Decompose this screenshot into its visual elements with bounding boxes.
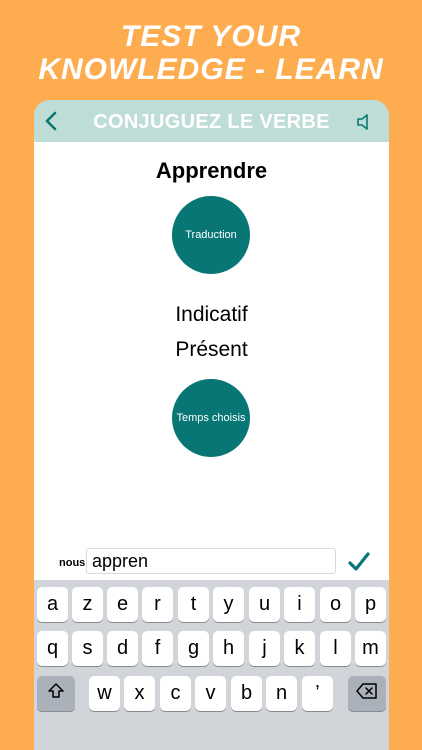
key[interactable]: w [89, 676, 120, 711]
navbar: CONJUGUEZ LE VERBE [34, 100, 389, 142]
key[interactable]: r [142, 587, 173, 622]
key[interactable]: d [107, 631, 138, 666]
key[interactable]: g [178, 631, 209, 666]
promo-line-1: TEST YOUR [120, 20, 302, 53]
pronoun-label: nous [59, 557, 86, 569]
tense-select-label: Temps choisis [176, 412, 246, 424]
chevron-left-icon[interactable] [40, 109, 64, 133]
key[interactable]: b [231, 676, 262, 711]
page-title: CONJUGUEZ LE VERBE [93, 111, 330, 133]
shift-key[interactable] [37, 676, 75, 711]
answer-row: nous [34, 548, 389, 578]
key[interactable]: x [124, 676, 155, 711]
key[interactable]: n [266, 676, 297, 711]
key[interactable]: c [160, 676, 191, 711]
key[interactable]: l [320, 631, 351, 666]
key[interactable]: a [37, 587, 68, 622]
key[interactable]: k [284, 631, 315, 666]
answer-input[interactable] [86, 548, 336, 574]
key[interactable]: q [37, 631, 68, 666]
app-screen: CONJUGUEZ LE VERBE Apprendre Traduction … [34, 100, 389, 750]
mood-label: Indicatif [175, 303, 248, 326]
key[interactable]: y [213, 587, 244, 622]
key[interactable]: j [249, 631, 280, 666]
key[interactable]: e [107, 587, 138, 622]
translation-button[interactable]: Traduction [172, 196, 250, 274]
promo-banner: TEST YOUR KNOWLEDGE - LEARN [0, 20, 422, 86]
promo-line-2: KNOWLEDGE - LEARN [38, 53, 384, 86]
key[interactable]: v [195, 676, 226, 711]
backspace-icon [355, 681, 379, 707]
key[interactable]: u [249, 587, 280, 622]
backspace-key[interactable] [348, 676, 386, 711]
speaker-icon[interactable] [353, 110, 377, 134]
keyboard: a z e r t y u i o p q s d f g h j k l m … [34, 580, 389, 750]
key[interactable]: m [355, 631, 386, 666]
key[interactable]: f [142, 631, 173, 666]
tense-label: Présent [175, 338, 248, 361]
shift-icon [46, 681, 66, 707]
verb-title: Apprendre [155, 158, 268, 183]
key[interactable]: i [284, 587, 315, 622]
key[interactable]: s [72, 631, 103, 666]
tense-select-button[interactable]: Temps choisis [172, 379, 250, 457]
translation-button-label: Traduction [185, 229, 237, 241]
key[interactable]: p [355, 587, 386, 622]
key[interactable]: h [213, 631, 244, 666]
key[interactable]: z [72, 587, 103, 622]
key[interactable]: o [320, 587, 351, 622]
checkmark-icon[interactable] [347, 550, 371, 574]
key[interactable]: ’ [302, 676, 333, 711]
key[interactable]: t [178, 587, 209, 622]
